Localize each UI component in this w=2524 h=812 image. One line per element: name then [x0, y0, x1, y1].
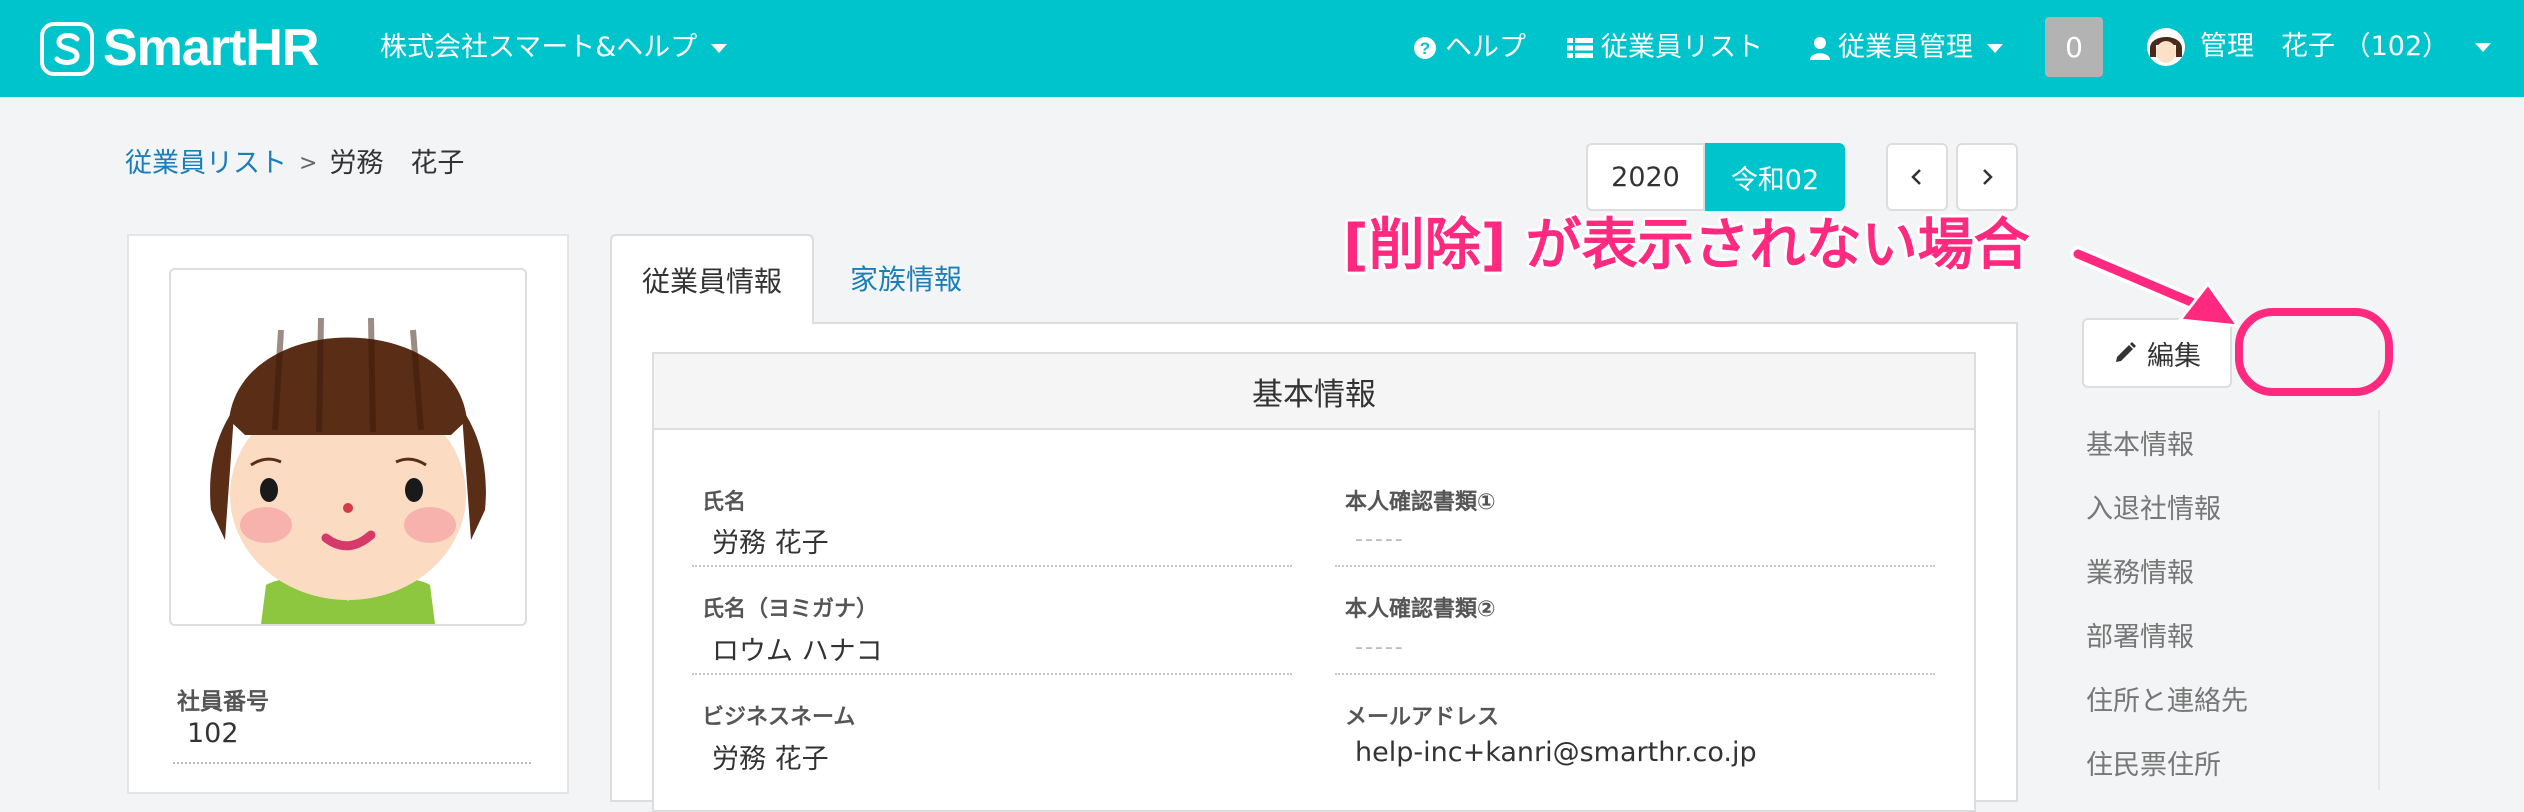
company-name: 株式会社スマート&ヘルプ — [380, 32, 698, 63]
breadcrumb-current: 労務 花子 — [329, 148, 465, 179]
divider — [1335, 673, 1935, 675]
brand-name[interactable]: SmartHR — [103, 17, 319, 79]
chevron-down-icon — [1987, 43, 2003, 53]
employee-list-link[interactable]: 従業員リスト — [1567, 30, 1763, 66]
annotation-arrow-icon — [2070, 246, 2242, 328]
svg-text:?: ? — [1420, 39, 1430, 58]
help-link[interactable]: ? ヘルプ — [1413, 30, 1526, 66]
id-doc1-label: 本人確認書類① — [1345, 490, 1496, 515]
email-value: help-inc+kanri@smarthr.co.jp — [1355, 737, 1757, 768]
business-name-value: 労務 花子 — [712, 744, 829, 775]
breadcrumb-separator-icon: > — [299, 151, 318, 176]
year-era-button[interactable]: 令和02 — [1705, 143, 1845, 211]
annotation-text: [削除] が表示されない場合 — [1343, 213, 2030, 278]
user-icon — [1810, 37, 1830, 60]
chevron-down-icon — [711, 43, 728, 53]
employee-number-label: 社員番号 — [177, 689, 269, 715]
name-label: 氏名 — [702, 490, 747, 515]
id-doc2-label: 本人確認書類② — [1345, 597, 1496, 622]
side-nav-department[interactable]: 部署情報 — [2086, 615, 2194, 654]
divider — [1335, 565, 1935, 567]
company-selector[interactable]: 株式会社スマート&ヘルプ — [380, 30, 728, 66]
prev-button[interactable] — [1886, 143, 1948, 211]
user-menu[interactable]: 管理 花子 （102） — [2146, 27, 2492, 67]
annotation-highlight — [2235, 308, 2393, 396]
section-title: 基本情報 — [654, 354, 1974, 430]
notification-badge[interactable]: 0 — [2045, 17, 2103, 77]
email-label: メールアドレス — [1345, 705, 1500, 730]
help-label: ヘルプ — [1445, 32, 1526, 63]
side-nav-address[interactable]: 住所と連絡先 — [2086, 679, 2248, 718]
employee-photo — [169, 268, 527, 626]
next-button[interactable] — [1956, 143, 2018, 211]
tab-employee-info[interactable]: 従業員情報 — [610, 234, 814, 324]
name-value: 労務 花子 — [712, 528, 829, 559]
side-nav-work-info[interactable]: 業務情報 — [2086, 551, 2194, 590]
id-doc2-value: ----- — [1355, 635, 1405, 660]
avatar — [2147, 28, 2185, 66]
id-doc1-value: ----- — [1355, 527, 1405, 552]
year-selector: 2020 令和02 — [1586, 143, 1845, 211]
chevron-right-icon — [1983, 169, 1993, 185]
chevron-left-icon — [1911, 169, 1921, 185]
business-name-label: ビジネスネーム — [702, 705, 856, 730]
employee-list-label: 従業員リスト — [1601, 32, 1763, 63]
question-circle-icon: ? — [1414, 37, 1436, 59]
breadcrumb-employee-list[interactable]: 従業員リスト — [125, 146, 287, 182]
side-nav-resident-address[interactable]: 住民票住所 — [2086, 743, 2221, 782]
user-name: 管理 花子 （102） — [2200, 31, 2450, 62]
side-nav-employment[interactable]: 入退社情報 — [2086, 487, 2221, 526]
breadcrumb: 従業員リスト > 労務 花子 — [125, 146, 464, 182]
top-header: SmartHR 株式会社スマート&ヘルプ ? ヘルプ 従業員リスト 従業員管理 … — [0, 0, 2524, 97]
smarthr-logo-icon[interactable] — [40, 22, 94, 76]
year-western-button[interactable]: 2020 — [1586, 143, 1705, 211]
kana-label: 氏名（ヨミガナ） — [702, 597, 879, 622]
chevron-down-icon — [2475, 42, 2492, 52]
side-nav-basic-info[interactable]: 基本情報 — [2086, 423, 2194, 462]
profile-card: 社員番号 102 — [127, 234, 569, 794]
employee-manage-menu[interactable]: 従業員管理 — [1810, 30, 2003, 66]
side-nav-divider — [2378, 410, 2380, 790]
tab-family-info[interactable]: 家族情報 — [814, 234, 998, 322]
divider — [692, 673, 1292, 675]
kana-value: ロウム ハナコ — [712, 636, 883, 667]
employee-number-value: 102 — [187, 718, 239, 749]
list-icon — [1567, 38, 1593, 58]
divider — [692, 565, 1292, 567]
divider — [173, 762, 531, 764]
employee-manage-label: 従業員管理 — [1838, 32, 1973, 63]
